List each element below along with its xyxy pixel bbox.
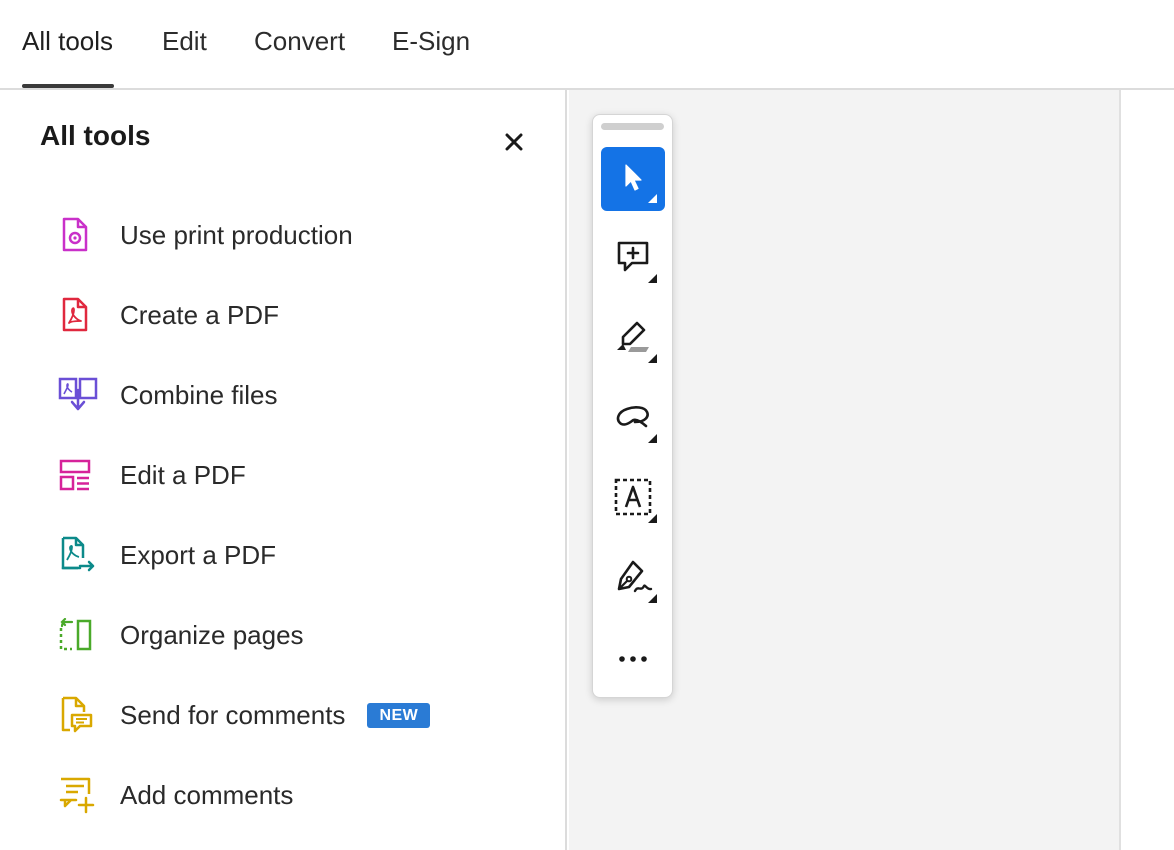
close-icon[interactable] — [500, 128, 528, 156]
quick-tools-toolbar — [592, 114, 673, 698]
sign-pen-icon — [613, 558, 653, 601]
more-options-indicator — [648, 354, 657, 363]
more-options-indicator — [648, 274, 657, 283]
tool-label: Organize pages — [120, 619, 304, 650]
tool-edit-pdf[interactable]: Edit a PDF — [40, 445, 520, 505]
panel-title: All tools — [40, 120, 151, 151]
more-options-indicator — [648, 434, 657, 443]
right-rail — [1123, 90, 1174, 850]
tool-label: Export a PDF — [120, 539, 277, 570]
more-options-indicator — [648, 514, 657, 523]
tool-label: Create a PDF — [120, 299, 279, 330]
send-comments-icon — [40, 693, 120, 737]
edit-pdf-icon — [40, 453, 120, 497]
organize-pages-icon — [40, 613, 120, 657]
tool-label: Use print production — [120, 219, 353, 250]
draw-tool-button[interactable] — [601, 387, 665, 451]
tab-all-tools[interactable]: All tools — [22, 26, 113, 88]
all-tools-panel: All tools Use print production Create a … — [0, 90, 567, 850]
tool-export-pdf[interactable]: Export a PDF — [40, 525, 520, 585]
tool-organize-pages[interactable]: Organize pages — [40, 605, 520, 665]
more-options-indicator — [648, 594, 657, 603]
tool-label: Combine files — [120, 379, 278, 410]
cursor-arrow-icon — [619, 162, 647, 197]
create-pdf-icon — [40, 293, 120, 337]
tool-use-print-production[interactable]: Use print production — [40, 205, 520, 265]
add-comment-tool-button[interactable] — [601, 227, 665, 291]
tool-send-for-comments[interactable]: Send for comments NEW — [40, 685, 520, 745]
toolbar-drag-handle[interactable] — [601, 123, 664, 130]
text-box-icon — [614, 478, 652, 521]
highlight-tool-button[interactable] — [601, 307, 665, 371]
new-badge: NEW — [367, 702, 431, 728]
export-pdf-icon — [40, 533, 120, 577]
tab-e-sign[interactable]: E-Sign — [392, 26, 470, 88]
tool-label: Send for comments — [120, 699, 346, 730]
add-comment-icon — [616, 240, 650, 279]
text-box-tool-button[interactable] — [601, 467, 665, 531]
tab-edit[interactable]: Edit — [162, 26, 207, 88]
tab-convert[interactable]: Convert — [254, 26, 345, 88]
print-production-icon — [40, 213, 120, 257]
tool-label: Edit a PDF — [120, 459, 246, 490]
more-horizontal-icon — [618, 650, 648, 668]
tool-combine-files[interactable]: Combine files — [40, 365, 520, 425]
active-tab-indicator — [22, 84, 114, 88]
add-comments-icon — [40, 773, 120, 817]
select-tool-button[interactable] — [601, 147, 665, 211]
tool-label: Add comments — [120, 779, 294, 810]
more-options-indicator — [648, 194, 657, 203]
combine-files-icon — [40, 373, 120, 417]
tool-add-comments[interactable]: Add comments — [40, 765, 520, 825]
sign-tool-button[interactable] — [601, 547, 665, 611]
top-tab-bar: All tools Edit Convert E-Sign — [0, 0, 1174, 90]
highlighter-icon — [614, 319, 652, 360]
freehand-draw-icon — [613, 402, 653, 437]
tool-create-pdf[interactable]: Create a PDF — [40, 285, 520, 345]
more-tools-button[interactable] — [601, 627, 665, 691]
